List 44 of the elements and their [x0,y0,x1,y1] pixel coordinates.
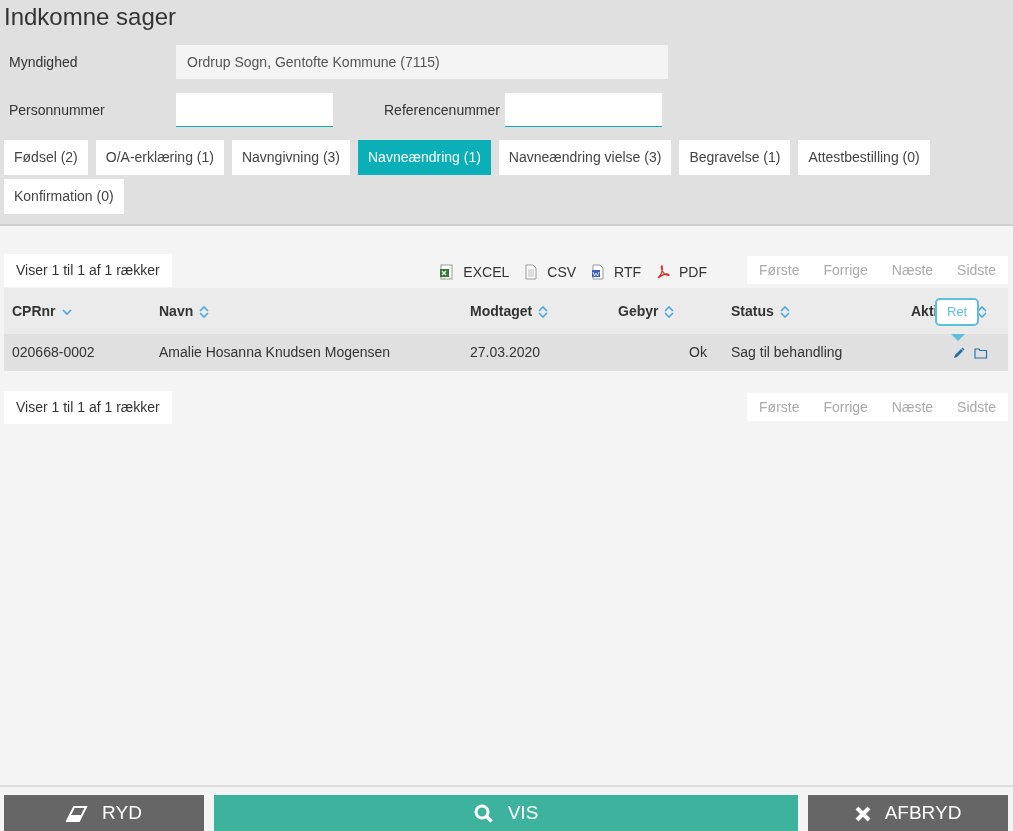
tab[interactable]: Konfirmation (0) [4,179,124,214]
result-info: Viser 1 til 1 af 1 rækker [4,390,172,424]
table-cell: 27.03.2020 [462,334,610,371]
sort-icon[interactable] [664,305,675,318]
cancel-button[interactable]: AFBRYD [808,795,1008,831]
close-icon [854,805,871,822]
column-header[interactable]: CPRnr [4,288,151,334]
export-link[interactable]: CSV [523,261,577,283]
result-info: Viser 1 til 1 af 1 rækker [4,253,172,287]
column-header[interactable]: Navn [151,288,462,334]
tab[interactable]: Begravelse (1) [679,140,791,175]
folder-icon[interactable] [974,346,988,361]
tab[interactable]: Attestbestilling (0) [798,140,930,175]
table-cell: 020668-0002 [4,334,151,371]
field-label: Myndighed [8,52,79,72]
tab[interactable]: Fødsel (2) [4,140,88,175]
table-cell: Sag til behandling [723,334,903,371]
input-field[interactable] [176,93,333,127]
column-header[interactable]: Modtaget [462,288,610,334]
column-header[interactable]: Gebyr [610,288,723,334]
sort-icon[interactable] [538,305,549,318]
clear-button[interactable]: RYD [4,795,204,831]
tab[interactable]: Navngivning (3) [231,140,350,175]
export-link[interactable]: EXCEL [439,261,510,283]
field-label: Personnummer [8,100,106,120]
page-title: Indkomne sager [4,2,178,32]
export-link[interactable]: RTF [590,261,642,283]
table-cell: Ok [610,334,723,371]
sort-icon[interactable] [779,305,790,318]
export-link[interactable]: PDF [655,261,708,283]
tooltip: Ret [935,298,980,326]
tab[interactable]: O/A-erklæring (1) [95,140,224,175]
search-icon [473,803,494,824]
eraser-icon [66,805,89,822]
column-header[interactable]: Status [723,288,903,334]
sort-icon[interactable] [199,305,210,318]
input-field[interactable] [505,93,662,127]
pencil-icon[interactable] [952,346,966,361]
sort-icon[interactable] [977,305,988,318]
tooltip-pointer [951,334,965,341]
input-field[interactable]: Ordrup Sogn, Gentofte Kommune (7115) [176,45,668,79]
field-label: Referencenummer [383,100,501,120]
table-cell: Amalie Hosanna Knudsen Mogensen [151,334,462,371]
tab[interactable]: Navneændring vielse (3) [498,140,672,175]
